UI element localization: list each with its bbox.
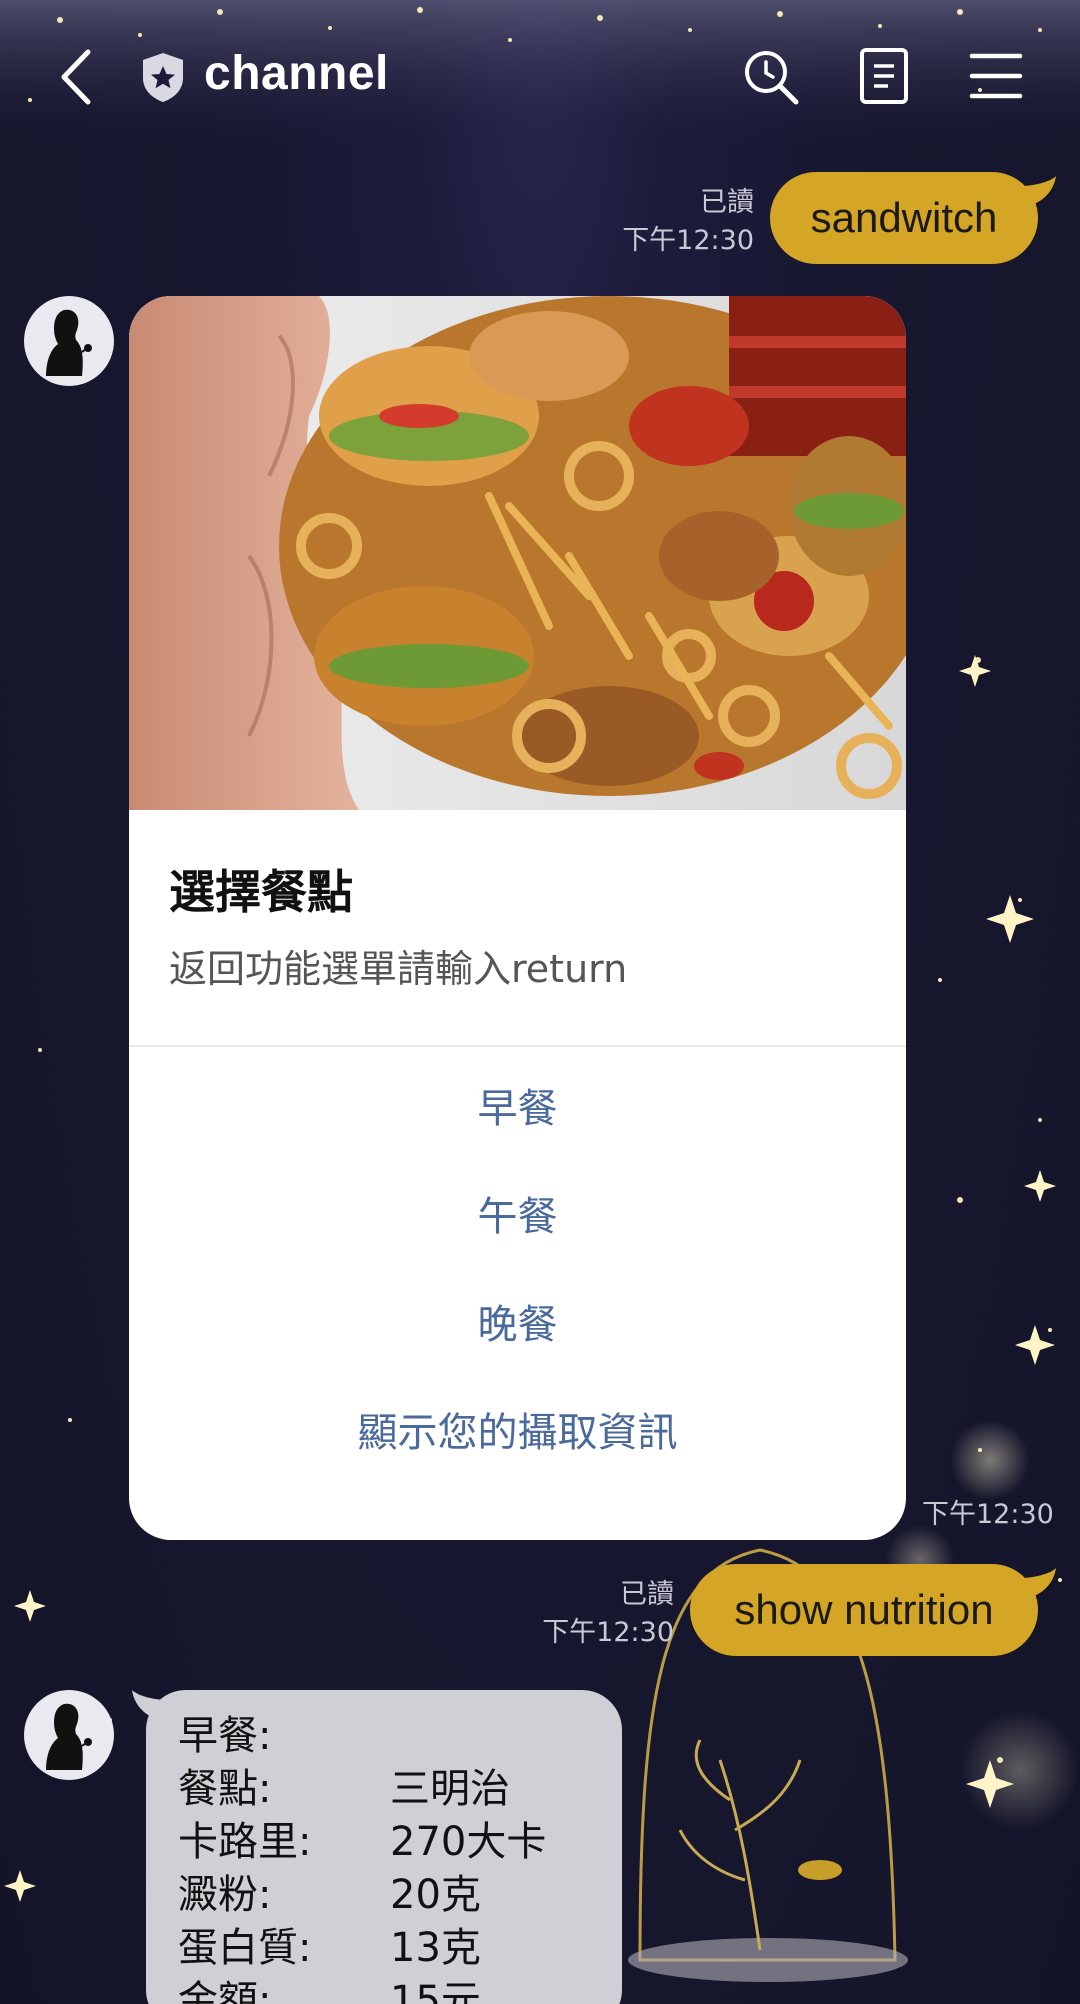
user-message-bubble[interactable]: sandwitch bbox=[770, 172, 1038, 264]
nutrition-value: 三明治 bbox=[390, 1766, 510, 1812]
silhouette-icon bbox=[46, 1703, 92, 1770]
nutrition-row: 澱粉: 20克 bbox=[178, 1869, 590, 1922]
bubble-tail bbox=[1020, 176, 1056, 206]
bot-avatar[interactable] bbox=[24, 296, 114, 386]
nutrition-label: 卡路里: bbox=[178, 1819, 312, 1865]
read-label: 已讀 bbox=[620, 1579, 674, 1610]
bubble-tail bbox=[1020, 1568, 1056, 1598]
read-receipt: 已讀 下午12:30 bbox=[480, 1576, 674, 1652]
back-icon[interactable] bbox=[50, 44, 110, 110]
nutrition-row: 金額: 15元 bbox=[178, 1975, 590, 2004]
message-time: 下午12:30 bbox=[622, 225, 754, 256]
action-dinner-button[interactable]: 晚餐 bbox=[129, 1290, 906, 1360]
nutrition-row: 卡路里: 270大卡 bbox=[178, 1816, 590, 1869]
menu-icon[interactable] bbox=[964, 44, 1028, 108]
action-breakfast-button[interactable]: 早餐 bbox=[129, 1074, 906, 1144]
message-time: 下午12:30 bbox=[542, 1617, 674, 1648]
nutrition-label: 餐點: bbox=[178, 1766, 272, 1812]
card-title: 選擇餐點 bbox=[169, 865, 353, 919]
shield-icon bbox=[143, 53, 183, 102]
nutrition-heading: 早餐: bbox=[178, 1713, 272, 1759]
divider bbox=[129, 1045, 906, 1047]
search-icon[interactable] bbox=[738, 44, 802, 108]
user-message-bubble[interactable]: show nutrition bbox=[690, 1564, 1038, 1656]
channel-title: channel bbox=[204, 47, 389, 100]
card-time: 下午12:30 bbox=[922, 1499, 1054, 1530]
bot-avatar[interactable] bbox=[24, 1690, 114, 1780]
action-show-intake-button[interactable]: 顯示您的攝取資訊 bbox=[129, 1398, 906, 1468]
notes-icon[interactable] bbox=[852, 44, 916, 108]
nutrition-value: 20克 bbox=[390, 1872, 481, 1918]
meal-selection-card: 選擇餐點 返回功能選單請輸入return 早餐 午餐 晚餐 顯示您的攝取資訊 bbox=[129, 296, 906, 1540]
nutrition-message-bubble[interactable]: 早餐: 餐點: 三明治 卡路里: 270大卡 澱粉: 20克 蛋白質: 13克 … bbox=[146, 1690, 622, 2004]
read-label: 已讀 bbox=[700, 187, 754, 218]
nutrition-value: 15元 bbox=[390, 1978, 481, 2004]
nutrition-row: 蛋白質: 13克 bbox=[178, 1922, 590, 1975]
action-lunch-button[interactable]: 午餐 bbox=[129, 1182, 906, 1252]
read-receipt: 已讀 下午12:30 bbox=[560, 184, 754, 260]
message-text: sandwitch bbox=[810, 194, 998, 241]
nutrition-label: 蛋白質: bbox=[178, 1925, 312, 1971]
app-header: channel bbox=[0, 0, 1080, 160]
nutrition-label: 金額: bbox=[178, 1978, 272, 2004]
nutrition-value: 13克 bbox=[390, 1925, 481, 1971]
nutrition-label: 澱粉: bbox=[178, 1872, 272, 1918]
silhouette-icon bbox=[46, 309, 92, 376]
card-subtitle: 返回功能選單請輸入return bbox=[169, 947, 628, 991]
nutrition-row: 餐點: 三明治 bbox=[178, 1763, 590, 1816]
fast-food-image bbox=[129, 296, 906, 810]
message-text: show nutrition bbox=[734, 1586, 994, 1633]
nutrition-value: 270大卡 bbox=[390, 1819, 547, 1865]
